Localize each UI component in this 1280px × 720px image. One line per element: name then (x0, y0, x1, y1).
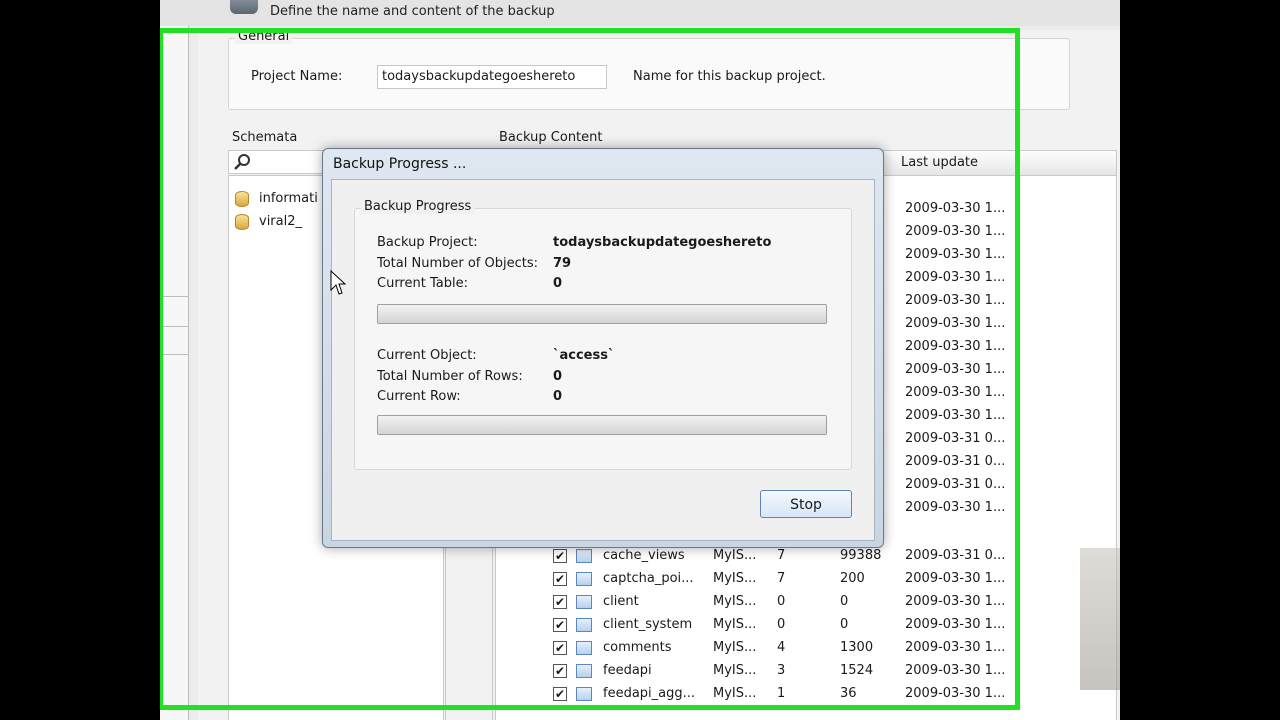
backup-project-label: Backup Project: (377, 235, 478, 250)
backup-project-value: todaysbackupdategoeshereto (553, 235, 772, 250)
table-progress-bar (377, 304, 827, 324)
group-legend: Backup Progress (361, 199, 475, 214)
dialog-title: Backup Progress ... (333, 156, 467, 172)
total-objects-label: Total Number of Objects: (377, 256, 539, 271)
total-objects-value: 79 (553, 256, 572, 271)
header-subtitle: Define the name and content of the backu… (270, 4, 555, 19)
total-rows-value: 0 (553, 369, 563, 384)
current-table-label: Current Table: (377, 276, 468, 291)
progress-group: Backup Progress Backup Project: todaysba… (354, 199, 852, 470)
current-row-value: 0 (553, 389, 563, 404)
row-progress-bar (377, 415, 827, 435)
left-letterbox (0, 0, 160, 720)
mouse-cursor-icon (330, 270, 346, 295)
total-rows-label: Total Number of Rows: (377, 369, 523, 384)
dialog-body: Backup Progress Backup Project: todaysba… (331, 179, 875, 541)
webcam-overlay (1080, 548, 1120, 690)
stop-button[interactable]: Stop (760, 490, 852, 518)
current-table-value: 0 (553, 276, 563, 291)
current-object-value: `access` (553, 348, 615, 363)
right-letterbox (1120, 0, 1280, 720)
current-row-label: Current Row: (377, 389, 461, 404)
backup-progress-dialog: Backup Progress ... Backup Progress Back… (322, 148, 884, 548)
database-icon (230, 0, 258, 14)
current-object-label: Current Object: (377, 348, 477, 363)
wizard-header: Define the name and content of the backu… (160, 0, 1120, 26)
